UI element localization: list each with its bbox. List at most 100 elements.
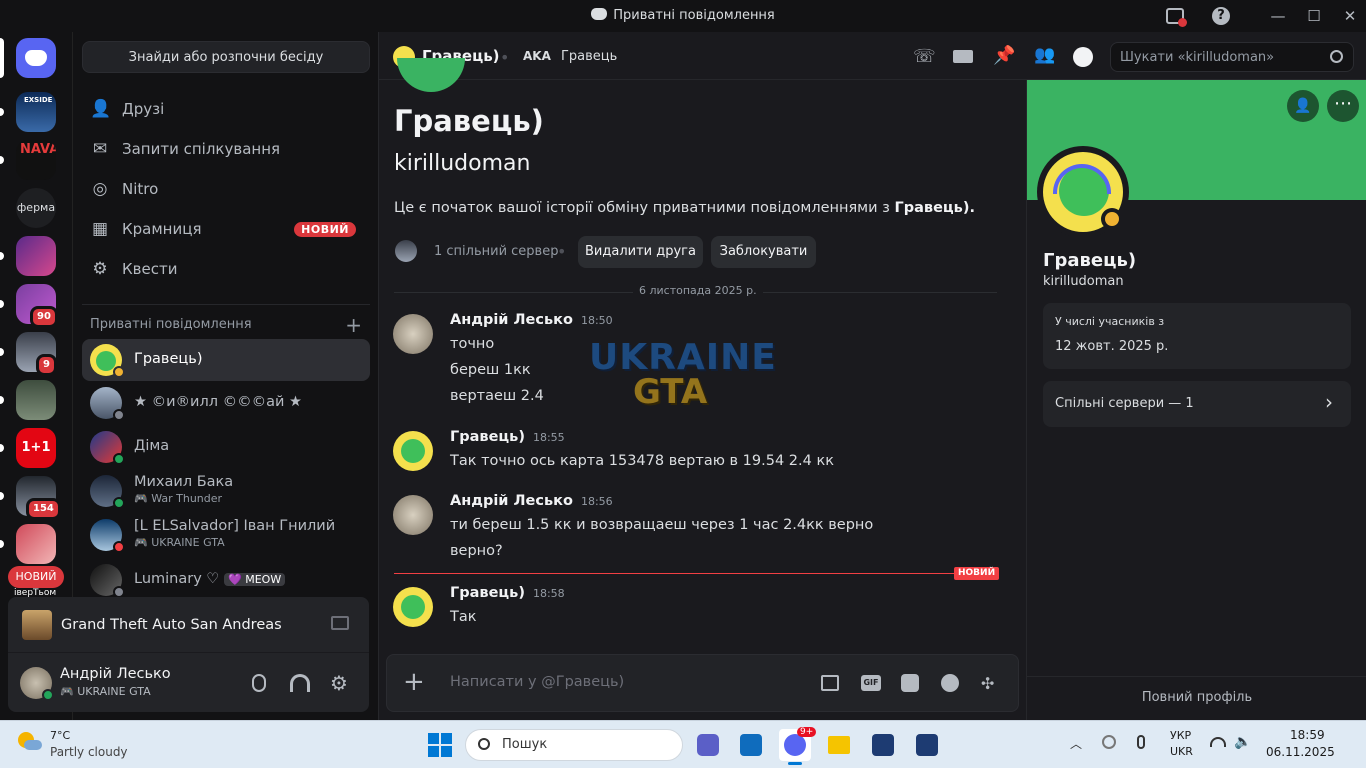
dm-item-dima[interactable]: Діма (82, 426, 370, 468)
clock-date[interactable]: 06.11.2025 (1266, 745, 1335, 759)
new-messages-line (394, 573, 954, 574)
avatar[interactable] (393, 587, 433, 627)
screen-share-icon[interactable] (331, 616, 349, 630)
teams-icon[interactable] (692, 729, 724, 761)
nav-friends-label: Друзі (122, 100, 165, 118)
profile-avatar[interactable] (1037, 146, 1129, 238)
mutual-servers-label[interactable]: 1 спільний сервер (434, 244, 558, 259)
help-icon[interactable]: ? (1211, 6, 1231, 26)
close-icon[interactable]: ✕ (1340, 6, 1360, 26)
nav-quests[interactable]: ⚙ Квести (82, 249, 370, 289)
maximize-icon[interactable]: ☐ (1304, 6, 1324, 26)
weather-icon[interactable] (18, 732, 42, 752)
profile-username: kirilludoman (1043, 274, 1124, 289)
app-u-icon-2[interactable] (911, 729, 943, 761)
discord-taskbar-icon[interactable]: 9+ (779, 727, 817, 765)
server-red[interactable] (16, 524, 56, 564)
nav-nitro[interactable]: ◎ Nitro (82, 169, 370, 209)
add-friends-to-dm-icon[interactable]: 👥 (1034, 45, 1055, 65)
message-group: Андрій Лесько 18:56 ти береш 1.5 кк и воз… (393, 493, 1013, 565)
unread-pill (0, 156, 4, 164)
message-text: береш 1кк (450, 362, 531, 378)
discord-logo-icon (591, 8, 608, 20)
status-online-icon (113, 453, 125, 465)
windows-start-icon[interactable] (424, 729, 456, 761)
pinned-messages-icon[interactable]: 📌 (993, 45, 1015, 66)
avatar[interactable] (393, 314, 433, 354)
quests-icon: ⚙ (92, 259, 108, 279)
remove-friend-button[interactable]: Видалити друга (578, 236, 703, 268)
language-code[interactable]: УКР (1170, 729, 1191, 742)
server-forest[interactable] (16, 380, 56, 420)
mutual-servers-label: Спільні сервери — 1 (1055, 396, 1194, 411)
voice-call-icon[interactable]: ☏ (913, 46, 936, 67)
message-author[interactable]: Андрій Лесько 18:50 (450, 312, 613, 328)
search-input[interactable]: Шукати «kirilludoman» (1110, 42, 1354, 72)
message-input-placeholder[interactable]: Написати у @Гравець) (450, 674, 624, 690)
server-anime[interactable] (16, 236, 56, 276)
keyboard-layout[interactable]: UKR (1170, 745, 1193, 758)
dm-activity: 🎮 War Thunder (134, 492, 223, 505)
gamepad-icon: 🎮 (60, 685, 74, 698)
microphone-icon[interactable] (252, 674, 266, 692)
minimize-icon[interactable]: — (1268, 6, 1288, 26)
inbox-icon[interactable] (1165, 6, 1187, 27)
show-hidden-icons[interactable]: ︿ (1070, 735, 1082, 752)
file-explorer-icon[interactable] (823, 729, 855, 761)
unread-pill (0, 492, 4, 500)
volume-icon[interactable]: 🔈 (1234, 734, 1251, 750)
dm-item-mikhail[interactable]: Михаил Бака 🎮 War Thunder (82, 470, 370, 512)
add-friend-icon[interactable]: 👤 (1287, 90, 1319, 122)
dm-name: [L ELSalvador] Іван Гнилий (134, 518, 336, 534)
headphones-icon[interactable] (290, 674, 310, 692)
message-author[interactable]: Андрій Лесько 18:56 (450, 493, 613, 509)
window-title: Приватні повідомлення (0, 8, 1366, 23)
server-ferma[interactable]: ферма (16, 188, 56, 228)
status-idle-icon (113, 366, 125, 378)
mutual-servers-card[interactable]: Спільні сервери — 1 › (1043, 381, 1351, 427)
message-composer[interactable]: + Написати у @Гравець) GIF ✣ (386, 654, 1019, 712)
avatar[interactable] (393, 495, 433, 535)
new-servers-pill[interactable]: НОВИЙ (8, 566, 64, 588)
attach-plus-icon[interactable]: + (403, 667, 425, 697)
nav-message-requests[interactable]: ✉ Запити спілкування (82, 129, 370, 169)
settings-gear-icon[interactable]: ⚙ (330, 671, 348, 695)
message-group: Андрій Лесько 18:50 точно береш 1кк верта… (393, 312, 1013, 414)
block-button[interactable]: Заблокувати (711, 236, 816, 268)
create-dm-icon[interactable]: + (345, 313, 362, 337)
microphone-icon[interactable] (1137, 735, 1145, 749)
avatar[interactable] (393, 431, 433, 471)
dm-item-gravets[interactable]: Гравець) (82, 339, 370, 381)
clock-time[interactable]: 18:59 (1290, 728, 1325, 742)
store-icon[interactable] (735, 729, 767, 761)
taskbar-search[interactable]: Пошук (465, 729, 683, 761)
server-nava[interactable]: NAVA (16, 140, 56, 180)
find-conversation-button[interactable]: Знайди або розпочни бесіду (82, 41, 370, 73)
apps-icon[interactable]: ✣ (981, 674, 994, 693)
server-exside[interactable]: EXSIDE (16, 92, 56, 132)
gift-icon[interactable] (821, 675, 839, 691)
dm-item-luminary[interactable]: Luminary ♡ 💜 MEOW (82, 559, 370, 598)
sticker-icon[interactable] (901, 674, 919, 692)
home-button[interactable] (16, 38, 56, 78)
video-call-icon[interactable] (953, 50, 973, 63)
server-1plus1[interactable]: 1+1 (16, 428, 56, 468)
full-profile-link[interactable]: Повний профіль (1027, 690, 1366, 705)
gif-icon[interactable]: GIF (861, 675, 881, 691)
search-icon (1330, 50, 1343, 63)
nav-friends[interactable]: 👤 Друзі (82, 89, 370, 129)
message-text: Так точно ось карта 153478 вертаю в 19.5… (450, 453, 834, 469)
user-profile-toggle-icon[interactable] (1073, 47, 1093, 67)
emoji-icon[interactable] (941, 674, 959, 692)
divider (82, 304, 370, 305)
message-author[interactable]: Гравець) 18:58 (450, 585, 565, 601)
dm-item-kirill[interactable]: ★ ©и®илл ©©©ай ★ (82, 382, 370, 424)
message-author[interactable]: Гравець) 18:55 (450, 429, 565, 445)
nav-shop[interactable]: ▦ Крамниця НОВИЙ (82, 209, 370, 249)
more-options-icon[interactable]: ⋯ (1327, 90, 1359, 122)
app-u-icon-1[interactable] (867, 729, 899, 761)
dm-item-ivan[interactable]: [L ELSalvador] Іван Гнилий 🎮 UKRAINE GTA (82, 514, 370, 556)
location-icon[interactable] (1102, 735, 1116, 749)
activity-row[interactable]: Grand Theft Auto San Andreas (8, 597, 369, 653)
wifi-icon[interactable] (1210, 737, 1226, 747)
